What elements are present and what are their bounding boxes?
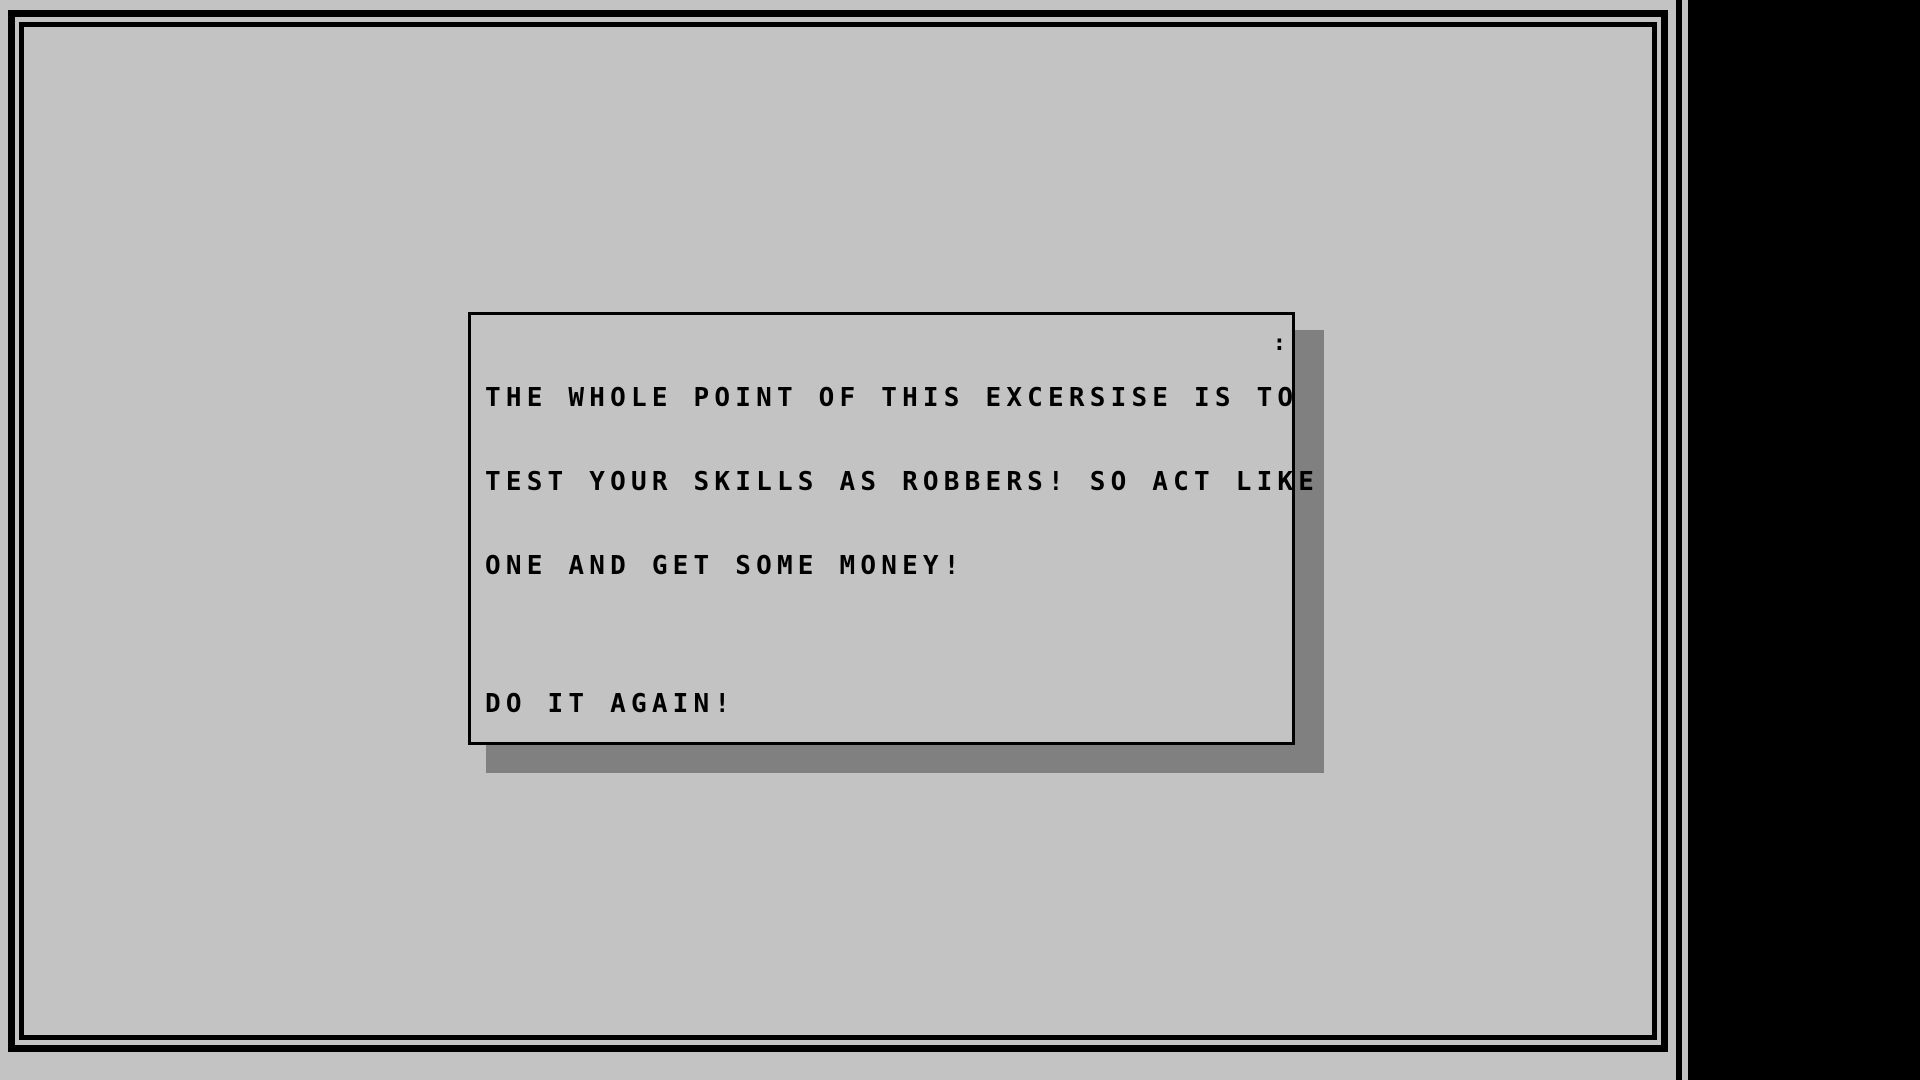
do-it-again-option[interactable]: DO IT AGAIN! bbox=[485, 690, 735, 718]
playfield: THE WHOLE POINT OF THIS EXCERSISE IS TO … bbox=[0, 0, 1688, 1080]
dialog-line-2: TEST YOUR SKILLS AS ROBBERS! SO ACT LIKE bbox=[485, 467, 1320, 497]
scroll-marker: : bbox=[1272, 331, 1286, 356]
right-edge-bar bbox=[1676, 0, 1682, 1080]
dialog-message: THE WHOLE POINT OF THIS EXCERSISE IS TO … bbox=[485, 328, 1320, 636]
game-screen: THE WHOLE POINT OF THIS EXCERSISE IS TO … bbox=[0, 0, 1920, 1080]
dialog-line-3: ONE AND GET SOME MONEY! bbox=[485, 551, 965, 581]
message-dialog: THE WHOLE POINT OF THIS EXCERSISE IS TO … bbox=[468, 312, 1320, 745]
dialog-line-1: THE WHOLE POINT OF THIS EXCERSISE IS TO bbox=[485, 383, 1299, 413]
